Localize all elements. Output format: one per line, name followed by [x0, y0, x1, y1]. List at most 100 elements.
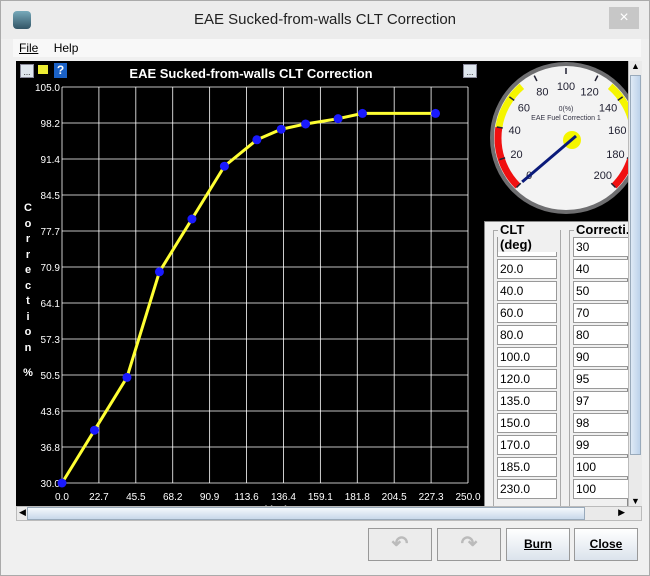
curve-point[interactable]	[154, 267, 164, 277]
correction-cell[interactable]: 80	[573, 325, 628, 345]
scroll-down-icon[interactable]: ▼	[629, 496, 642, 506]
x-tick-label: 22.7	[89, 492, 109, 503]
gauge-label: 100	[557, 81, 575, 93]
vertical-scroll-thumb[interactable]	[630, 75, 641, 455]
y-tick-label: 43.6	[41, 407, 61, 418]
undo-button[interactable]: ↶	[368, 528, 432, 561]
close-window-button[interactable]: ×	[609, 7, 639, 29]
correction-cell[interactable]: 90	[573, 347, 628, 367]
curve-point[interactable]	[357, 108, 367, 118]
curve-point[interactable]	[252, 135, 262, 145]
curve-line	[60, 111, 436, 484]
clt-cell[interactable]: 20.0	[497, 259, 557, 279]
correction-cell[interactable]: 70	[573, 303, 628, 323]
curve-point[interactable]	[301, 119, 311, 129]
horizontal-scroll-thumb[interactable]	[27, 507, 585, 520]
gauge-label: 40	[509, 125, 521, 137]
gauge-label: 160	[608, 125, 626, 137]
correction-header: Correcti...	[574, 222, 628, 237]
clt-cell[interactable]: 40.0	[497, 281, 557, 301]
x-tick-label: 250.0	[455, 492, 480, 503]
gauge-title: EAE Fuel Correction 1	[531, 115, 601, 122]
curve-point[interactable]	[333, 114, 343, 124]
gauge-label: 20	[510, 149, 522, 161]
y-tick-label: 77.7	[41, 227, 61, 238]
clt-cell[interactable]: 100.0	[497, 347, 557, 367]
fuel-correction-gauge: 0204060801001201401601802000(%)EAE Fuel …	[490, 62, 628, 214]
clt-cell[interactable]: 185.0	[497, 457, 557, 477]
vertical-scrollbar[interactable]: ▲ ▼	[628, 61, 642, 506]
x-tick-label: 227.3	[419, 492, 444, 503]
x-tick-label: 45.5	[126, 492, 146, 503]
window-title: EAE Sucked-from-walls CLT Correction	[193, 11, 457, 28]
menu-help[interactable]: Help	[54, 39, 79, 57]
correction-cell[interactable]: 30	[573, 237, 628, 257]
burn-label: Burn	[524, 537, 552, 551]
x-tick-label: 159.1	[308, 492, 333, 503]
x-tick-label: 113.6	[234, 492, 259, 503]
window: EAE Sucked-from-walls CLT Correction × F…	[0, 0, 650, 576]
scroll-left-icon[interactable]: ◀	[19, 507, 26, 518]
clt-header: CLT (deg)	[498, 222, 560, 252]
clt-cell[interactable]: 230.0	[497, 479, 557, 499]
curve-point[interactable]	[89, 425, 99, 435]
y-tick-label: 105.0	[35, 83, 60, 94]
x-tick-label: 136.4	[271, 492, 296, 503]
y-tick-label: 70.9	[41, 263, 61, 274]
curve-point[interactable]	[57, 478, 67, 488]
gauge-label: 60	[518, 102, 530, 114]
x-tick-label: 204.5	[382, 492, 407, 503]
clt-cell[interactable]: 120.0	[497, 369, 557, 389]
gauge-label: 80	[536, 87, 548, 99]
scroll-up-icon[interactable]: ▲	[629, 61, 642, 75]
curve-point[interactable]	[219, 161, 229, 171]
gauge-readout: 0(%)	[559, 106, 574, 113]
clt-cell[interactable]: 80.0	[497, 325, 557, 345]
y-tick-label: 57.3	[41, 335, 61, 346]
y-tick-label: 64.1	[41, 299, 61, 310]
y-tick-label: 91.4	[41, 155, 61, 166]
correction-cell[interactable]: 98	[573, 413, 628, 433]
correction-cell[interactable]: 95	[573, 369, 628, 389]
correction-cell[interactable]: 99	[573, 435, 628, 455]
correction-cell[interactable]: 100	[573, 479, 628, 499]
clt-cell[interactable]: 60.0	[497, 303, 557, 323]
curve-point[interactable]	[122, 372, 132, 382]
menu-file[interactable]: File	[19, 39, 38, 57]
close-button[interactable]: Close	[574, 528, 638, 561]
clt-cell[interactable]: 150.0	[497, 413, 557, 433]
chart-panel: ... ? ... EAE Sucked-from-walls CLT Corr…	[16, 61, 628, 506]
scroll-right-icon[interactable]: ▶	[618, 507, 625, 518]
y-tick-label: 50.5	[41, 371, 61, 382]
x-tick-label: 68.2	[163, 492, 183, 503]
gauge-label: 200	[594, 170, 612, 182]
correction-column: Correcti... 30405070809095979899100100	[569, 222, 628, 506]
clt-cell[interactable]: 135.0	[497, 391, 557, 411]
gauge-tick	[496, 126, 503, 129]
y-tick-label: 98.2	[41, 119, 61, 130]
correction-cell[interactable]: 50	[573, 281, 628, 301]
curve-point[interactable]	[276, 124, 286, 134]
curve-chart[interactable]: 0.0 22.7 45.5 68.2 90.9 113.6 136.4 159.1 181.8 2…	[16, 61, 486, 506]
correction-cell[interactable]: 40	[573, 259, 628, 279]
x-tick-label: 90.9	[200, 492, 220, 503]
table-panel: CLT (deg) 0.020.040.060.080.0100.0120.01…	[484, 221, 628, 506]
correction-cell[interactable]: 100	[573, 457, 628, 477]
y-tick-label: 84.5	[41, 191, 61, 202]
redo-button[interactable]: ↷	[437, 528, 501, 561]
x-tick-label: 181.8	[345, 492, 370, 503]
burn-button[interactable]: Burn	[506, 528, 570, 561]
clt-cell[interactable]: 170.0	[497, 435, 557, 455]
curve-point[interactable]	[431, 108, 441, 118]
correction-cell[interactable]: 97	[573, 391, 628, 411]
gauge-label: 180	[606, 149, 624, 161]
gauge-label: 140	[599, 102, 617, 114]
horizontal-scrollbar[interactable]: ◀ ▶	[16, 506, 642, 521]
x-tick-label: 0.0	[55, 492, 69, 503]
close-label: Close	[589, 537, 623, 551]
clt-column: CLT (deg) 0.020.040.060.080.0100.0120.01…	[493, 222, 561, 506]
gauge-label: 120	[580, 87, 598, 99]
y-tick-label: 36.8	[41, 443, 61, 454]
curve-point[interactable]	[187, 214, 197, 224]
title-bar: EAE Sucked-from-walls CLT Correction ×	[1, 1, 649, 39]
